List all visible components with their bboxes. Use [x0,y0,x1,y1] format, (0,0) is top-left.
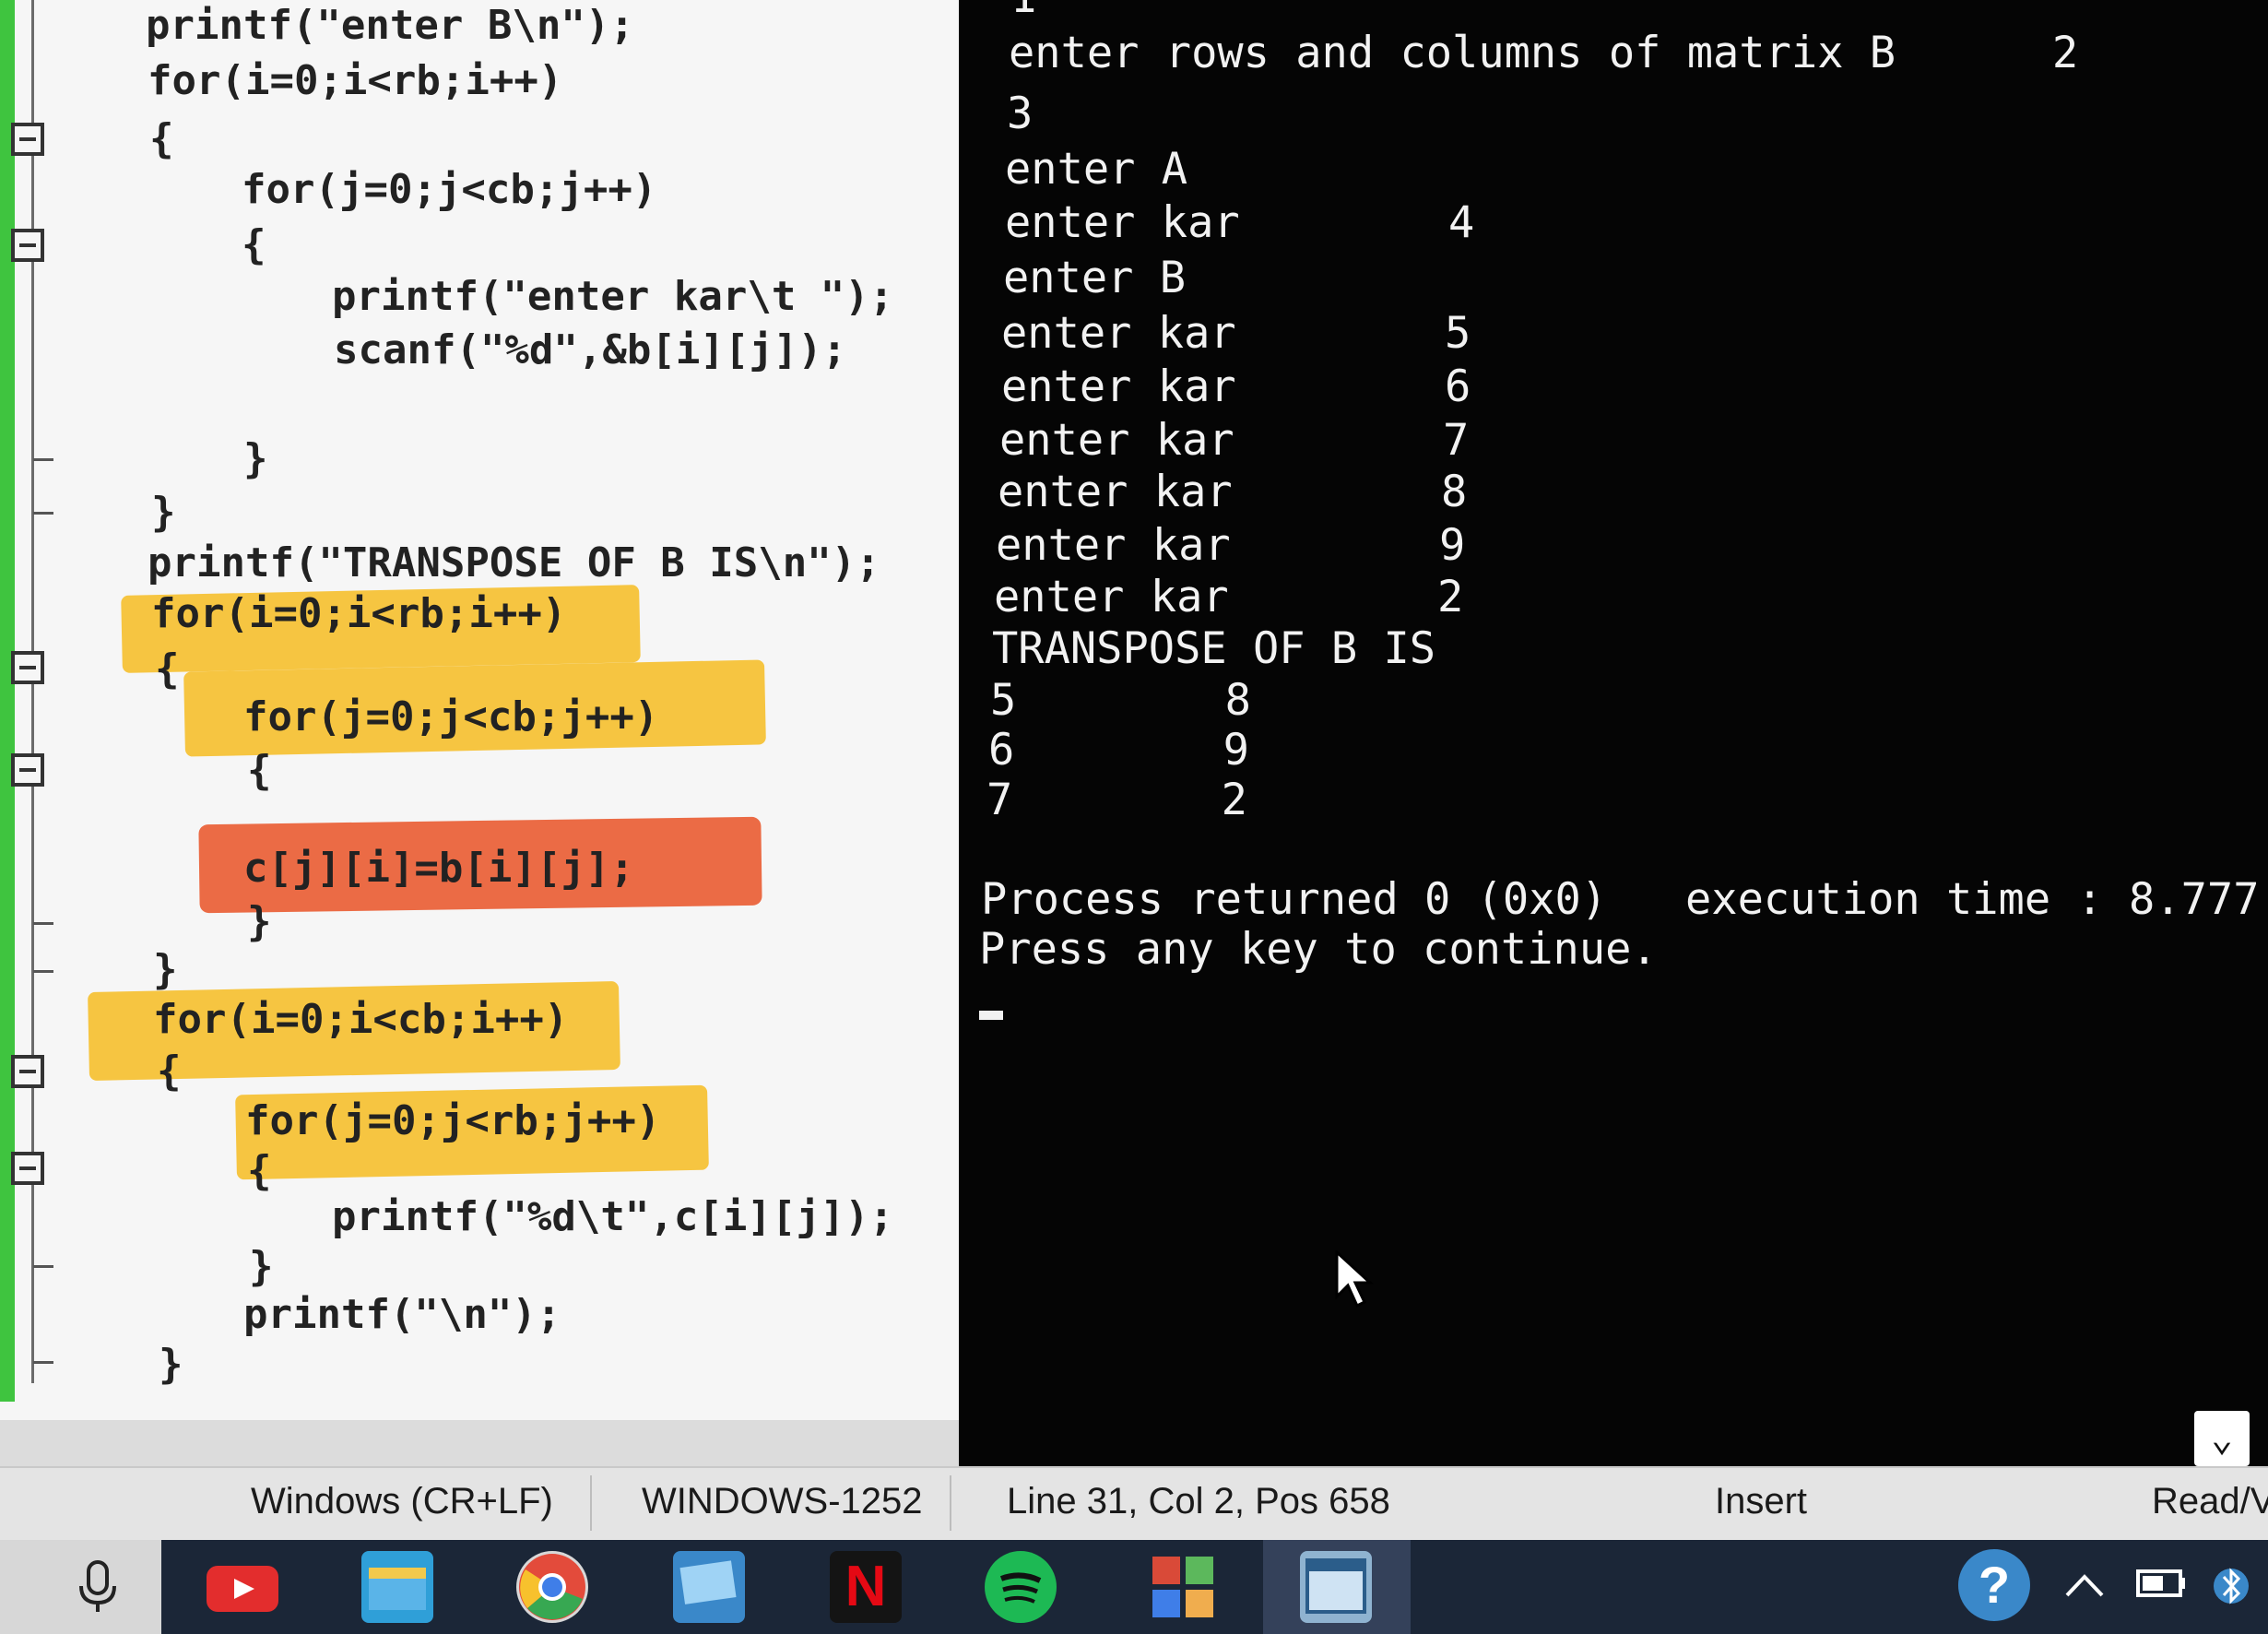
console-line: enter kar 8 [998,467,1468,517]
fold-end-mark [33,458,53,461]
store-icon[interactable] [1147,1551,1219,1623]
code-line[interactable]: printf("enter kar\t "); [332,273,893,321]
fold-end-mark [33,1265,53,1268]
code-line[interactable]: for(j=0;j<cb;j++) [242,166,656,214]
changed-lines-marker [0,0,15,1402]
code-line[interactable]: printf("\n"); [243,1291,561,1339]
cursor-position-status: Line 31, Col 2, Pos 658 [1007,1481,1390,1522]
file-explorer-icon[interactable] [361,1551,433,1623]
fold-end-mark [33,512,53,515]
code-line[interactable]: } [153,946,178,994]
codeblocks-icon[interactable] [1300,1551,1372,1623]
code-line[interactable]: { [155,645,180,693]
help-icon[interactable]: ? [1958,1549,2030,1621]
fold-toggle-icon[interactable] [11,651,44,684]
console-line: enter A [1005,144,1188,195]
access-status: Read/V [2152,1481,2268,1522]
microphone-icon[interactable] [74,1560,122,1616]
console-line: enter kar 5 [1001,308,1471,359]
fold-toggle-icon[interactable] [11,123,44,156]
code-line[interactable]: for(i=0;i<rb;i++) [148,57,562,105]
console-line: 6 9 [988,725,1249,776]
code-editor[interactable]: printf("enter B\n"); for(i=0;i<rb;i++) {… [0,0,1005,1420]
mouse-pointer-icon [1335,1250,1374,1308]
code-line[interactable]: { [157,1048,182,1095]
status-divider [950,1475,951,1531]
code-line[interactable]: for(i=0;i<cb;i++) [153,996,568,1044]
code-line[interactable]: } [151,489,176,537]
code-line[interactable]: { [247,1147,272,1195]
youtube-icon[interactable] [207,1566,278,1612]
console-line: 7 2 [986,775,1247,825]
code-line[interactable]: for(j=0;j<cb;j++) [243,693,658,741]
battery-icon[interactable] [2135,1566,2189,1603]
netflix-letter: N [845,1555,887,1618]
console-line: enter B [1003,253,1187,303]
fold-toggle-icon[interactable] [11,753,44,787]
code-line[interactable]: } [159,1341,183,1389]
bluetooth-icon[interactable] [2213,1558,2250,1614]
fold-toggle-icon[interactable] [11,1055,44,1088]
code-line[interactable]: } [243,435,268,483]
text-cursor [979,1011,1003,1020]
console-line: 1 [1010,0,1036,24]
console-window[interactable]: 1 enter rows and columns of matrix B 2 3… [959,0,2268,1466]
scroll-down-icon[interactable]: ⌄ [2194,1411,2250,1466]
chevron-up-icon[interactable] [2061,1568,2108,1604]
taskbar-mic-area [0,1540,161,1634]
console-line: enter kar 7 [999,415,1470,466]
console-line: enter kar 6 [1001,361,1471,412]
console-line: TRANSPOSE OF B IS [992,623,1436,674]
code-line[interactable]: c[j][i]=b[i][j]; [243,845,634,893]
fold-end-mark [33,1361,53,1364]
insert-mode-status: Insert [1715,1481,1808,1522]
chrome-icon[interactable] [516,1551,588,1623]
console-line: 5 8 [990,675,1251,726]
console-line: enter rows and columns of matrix B 2 [1009,28,2079,78]
spotify-icon[interactable] [985,1551,1057,1623]
code-line[interactable]: printf("enter B\n"); [146,2,634,50]
code-line[interactable]: } [247,898,272,946]
code-line[interactable]: } [249,1243,274,1291]
code-line[interactable]: { [247,747,272,795]
console-line: 3 [1007,89,1034,139]
fold-end-mark [33,922,53,925]
console-line: Process returned 0 (0x0) execution time … [981,874,2268,925]
code-line[interactable]: for(j=0;j<rb;j++) [245,1097,660,1145]
status-bar: Windows (CR+LF) WINDOWS-1252 Line 31, Co… [0,1466,2268,1542]
console-line: enter kar 2 [994,572,1464,622]
code-line[interactable]: { [242,221,266,269]
line-ending-status: Windows (CR+LF) [251,1481,553,1522]
code-line[interactable]: printf("TRANSPOSE OF B IS\n"); [148,539,880,587]
code-line[interactable]: printf("%d\t",c[i][j]); [332,1193,893,1241]
fold-toggle-icon[interactable] [11,229,44,262]
app-icon[interactable] [673,1551,745,1623]
status-divider [590,1475,592,1531]
taskbar: N ? [0,1540,2268,1634]
encoding-status: WINDOWS-1252 [642,1481,923,1522]
console-line: Press any key to continue. [979,924,1658,975]
console-line: enter kar 4 [1005,197,1475,248]
fold-toggle-icon[interactable] [11,1152,44,1185]
code-line[interactable]: { [149,115,174,163]
console-line: enter kar 9 [996,520,1466,571]
code-line[interactable]: scanf("%d",&b[i][j]); [334,326,846,374]
netflix-icon[interactable]: N [830,1551,902,1623]
fold-end-mark [33,970,53,973]
code-line[interactable]: for(i=0;i<rb;i++) [151,590,566,638]
